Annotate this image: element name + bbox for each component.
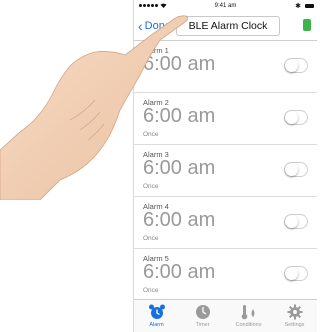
alarm-toggle[interactable] (284, 214, 308, 229)
done-label: Done (144, 20, 171, 32)
alarm-row-4[interactable]: Alarm 4 6:00 am Once (134, 197, 317, 249)
alarm-repeat: Once (143, 183, 159, 190)
page-title: BLE Alarm Clock (176, 16, 280, 36)
bluetooth-icon: ✱ (295, 3, 301, 10)
alarm-repeat: Once (143, 131, 159, 138)
alarm-repeat: Once (143, 287, 159, 294)
tab-alarm[interactable]: Alarm (134, 300, 179, 332)
phone-screen: 9:41 am ✱ ‹ Done BLE Alarm Clock Alarm 1… (133, 0, 317, 332)
conditions-icon (241, 305, 254, 320)
battery-icon (305, 4, 314, 8)
gear-icon (287, 304, 302, 320)
tab-conditions[interactable]: Conditions (226, 300, 271, 332)
timer-icon (195, 305, 210, 319)
alarm-repeat: Once (143, 235, 159, 242)
navigation-bar: ‹ Done BLE Alarm Clock (134, 13, 317, 41)
tab-settings[interactable]: Settings (272, 300, 317, 332)
tab-label: Conditions (235, 322, 262, 328)
alarm-clock-icon (148, 304, 165, 319)
alarm-row-5[interactable]: Alarm 5 6:00 am Once (134, 249, 317, 301)
tab-label: Timer (195, 322, 210, 328)
alarm-toggle[interactable] (284, 162, 308, 177)
tab-label: Settings (284, 322, 305, 328)
alarm-toggle[interactable] (284, 266, 308, 281)
chevron-left-icon: ‹ (138, 17, 143, 34)
done-button[interactable]: ‹ Done (138, 17, 171, 34)
alarm-toggle[interactable] (284, 110, 308, 125)
tab-timer[interactable]: Timer (180, 300, 225, 332)
device-battery-icon (303, 19, 311, 31)
alarm-list: Alarm 1 6:00 am Alarm 2 6:00 am Once Ala… (134, 41, 317, 301)
status-time: 9:41 am (214, 3, 237, 9)
alarm-toggle[interactable] (284, 58, 308, 73)
alarm-row-1[interactable]: Alarm 1 6:00 am (134, 41, 317, 93)
tab-label: Alarm (149, 322, 164, 328)
alarm-row-2[interactable]: Alarm 2 6:00 am Once (134, 93, 317, 145)
alarm-row-3[interactable]: Alarm 3 6:00 am Once (134, 145, 317, 197)
status-bar: 9:41 am ✱ (134, 0, 317, 13)
tab-bar: Alarm Timer Conditions Settings (134, 299, 317, 332)
